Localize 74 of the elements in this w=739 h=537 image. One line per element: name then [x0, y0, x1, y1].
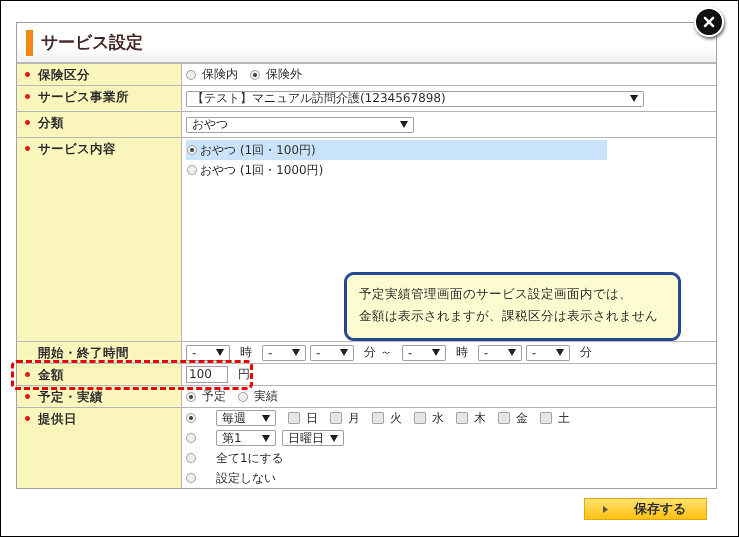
dropdown[interactable]: -	[186, 344, 230, 360]
save-button[interactable]: 保存する	[584, 498, 707, 520]
unit-label: 時	[456, 344, 468, 361]
caret-icon	[508, 349, 516, 356]
caret-icon	[556, 349, 564, 356]
checkbox-label: 水	[432, 410, 444, 426]
callout-text: 予定実績管理画面のサービス設定画面内では、	[359, 285, 632, 303]
checkbox-label: 火	[390, 410, 402, 426]
dropdown[interactable]: -	[526, 344, 570, 360]
accent-bar	[26, 30, 33, 56]
caret-icon	[330, 434, 338, 442]
dropdown[interactable]: -	[402, 344, 446, 360]
list-option[interactable]: おやつ (1回・100円)	[186, 140, 607, 160]
checkbox[interactable]	[540, 412, 552, 424]
checkbox[interactable]	[456, 412, 468, 424]
radio-label: 全て1にする	[216, 450, 284, 466]
radio-button[interactable]	[186, 70, 196, 80]
close-icon	[703, 16, 715, 28]
caret-icon	[400, 121, 408, 128]
radio-button[interactable]	[186, 453, 196, 463]
radio-label: 保険内	[202, 66, 238, 83]
checkbox[interactable]	[414, 412, 426, 424]
amount-field[interactable]: 100	[186, 366, 228, 383]
radio-label: 設定しない	[216, 470, 276, 486]
dialog-title: サービス設定	[41, 32, 143, 54]
radio-button[interactable]	[186, 413, 196, 423]
checkbox[interactable]	[288, 412, 300, 424]
dropdown[interactable]: 日曜日	[282, 430, 344, 446]
checkbox[interactable]	[498, 412, 510, 424]
dropdown[interactable]: 【テスト】マニュアル訪問介護(1234567898)	[186, 90, 644, 106]
dropdown[interactable]: -	[310, 344, 354, 360]
checkbox-label: 木	[474, 410, 486, 426]
radio-button[interactable]	[238, 392, 248, 402]
caret-icon	[292, 349, 300, 356]
checkbox[interactable]	[372, 412, 384, 424]
checkbox-label: 土	[558, 410, 570, 426]
field-label: 予定・実績	[38, 389, 103, 406]
caret-icon	[630, 95, 638, 102]
radio-button[interactable]	[186, 473, 196, 483]
unit-label: 分 ～	[364, 344, 392, 361]
caret-icon	[340, 349, 348, 356]
callout-text: 金額は表示されますが、課税区分は表示されません	[359, 307, 658, 325]
caret-icon	[262, 414, 270, 422]
radio-label: 予定	[202, 388, 226, 405]
field-label: サービス事業所	[38, 89, 129, 106]
unit-label: 時	[240, 344, 252, 361]
caret-icon	[432, 349, 440, 356]
dropdown[interactable]: -	[262, 344, 306, 360]
chevron-icon	[603, 506, 608, 512]
field-label: サービス内容	[38, 141, 116, 158]
field-label: 提供日	[38, 411, 77, 428]
radio-button[interactable]	[250, 70, 260, 80]
checkbox[interactable]	[330, 412, 342, 424]
list-option[interactable]: おやつ (1回・1000円)	[186, 160, 607, 180]
dropdown[interactable]: 毎週	[216, 410, 276, 426]
radio-label: 実績	[254, 388, 278, 405]
close-button[interactable]	[694, 7, 724, 37]
radio-label: 保険外	[266, 66, 302, 83]
radio-button[interactable]	[186, 433, 196, 443]
caret-icon	[216, 349, 224, 356]
dropdown[interactable]: おやつ	[186, 116, 414, 132]
radio-button[interactable]	[186, 392, 196, 402]
dropdown[interactable]: -	[478, 344, 522, 360]
field-label: 分類	[38, 115, 64, 132]
dropdown[interactable]: 第1	[216, 430, 276, 446]
field-label: 保険区分	[38, 67, 90, 84]
checkbox-label: 金	[516, 410, 528, 426]
caret-icon	[262, 434, 270, 442]
checkbox-label: 日	[306, 410, 318, 426]
unit-label: 分	[580, 344, 592, 361]
checkbox-label: 月	[348, 410, 360, 426]
field-label: 金額	[38, 367, 64, 384]
field-label: 開始・終了時間	[38, 345, 129, 362]
unit-label: 円	[238, 366, 250, 383]
